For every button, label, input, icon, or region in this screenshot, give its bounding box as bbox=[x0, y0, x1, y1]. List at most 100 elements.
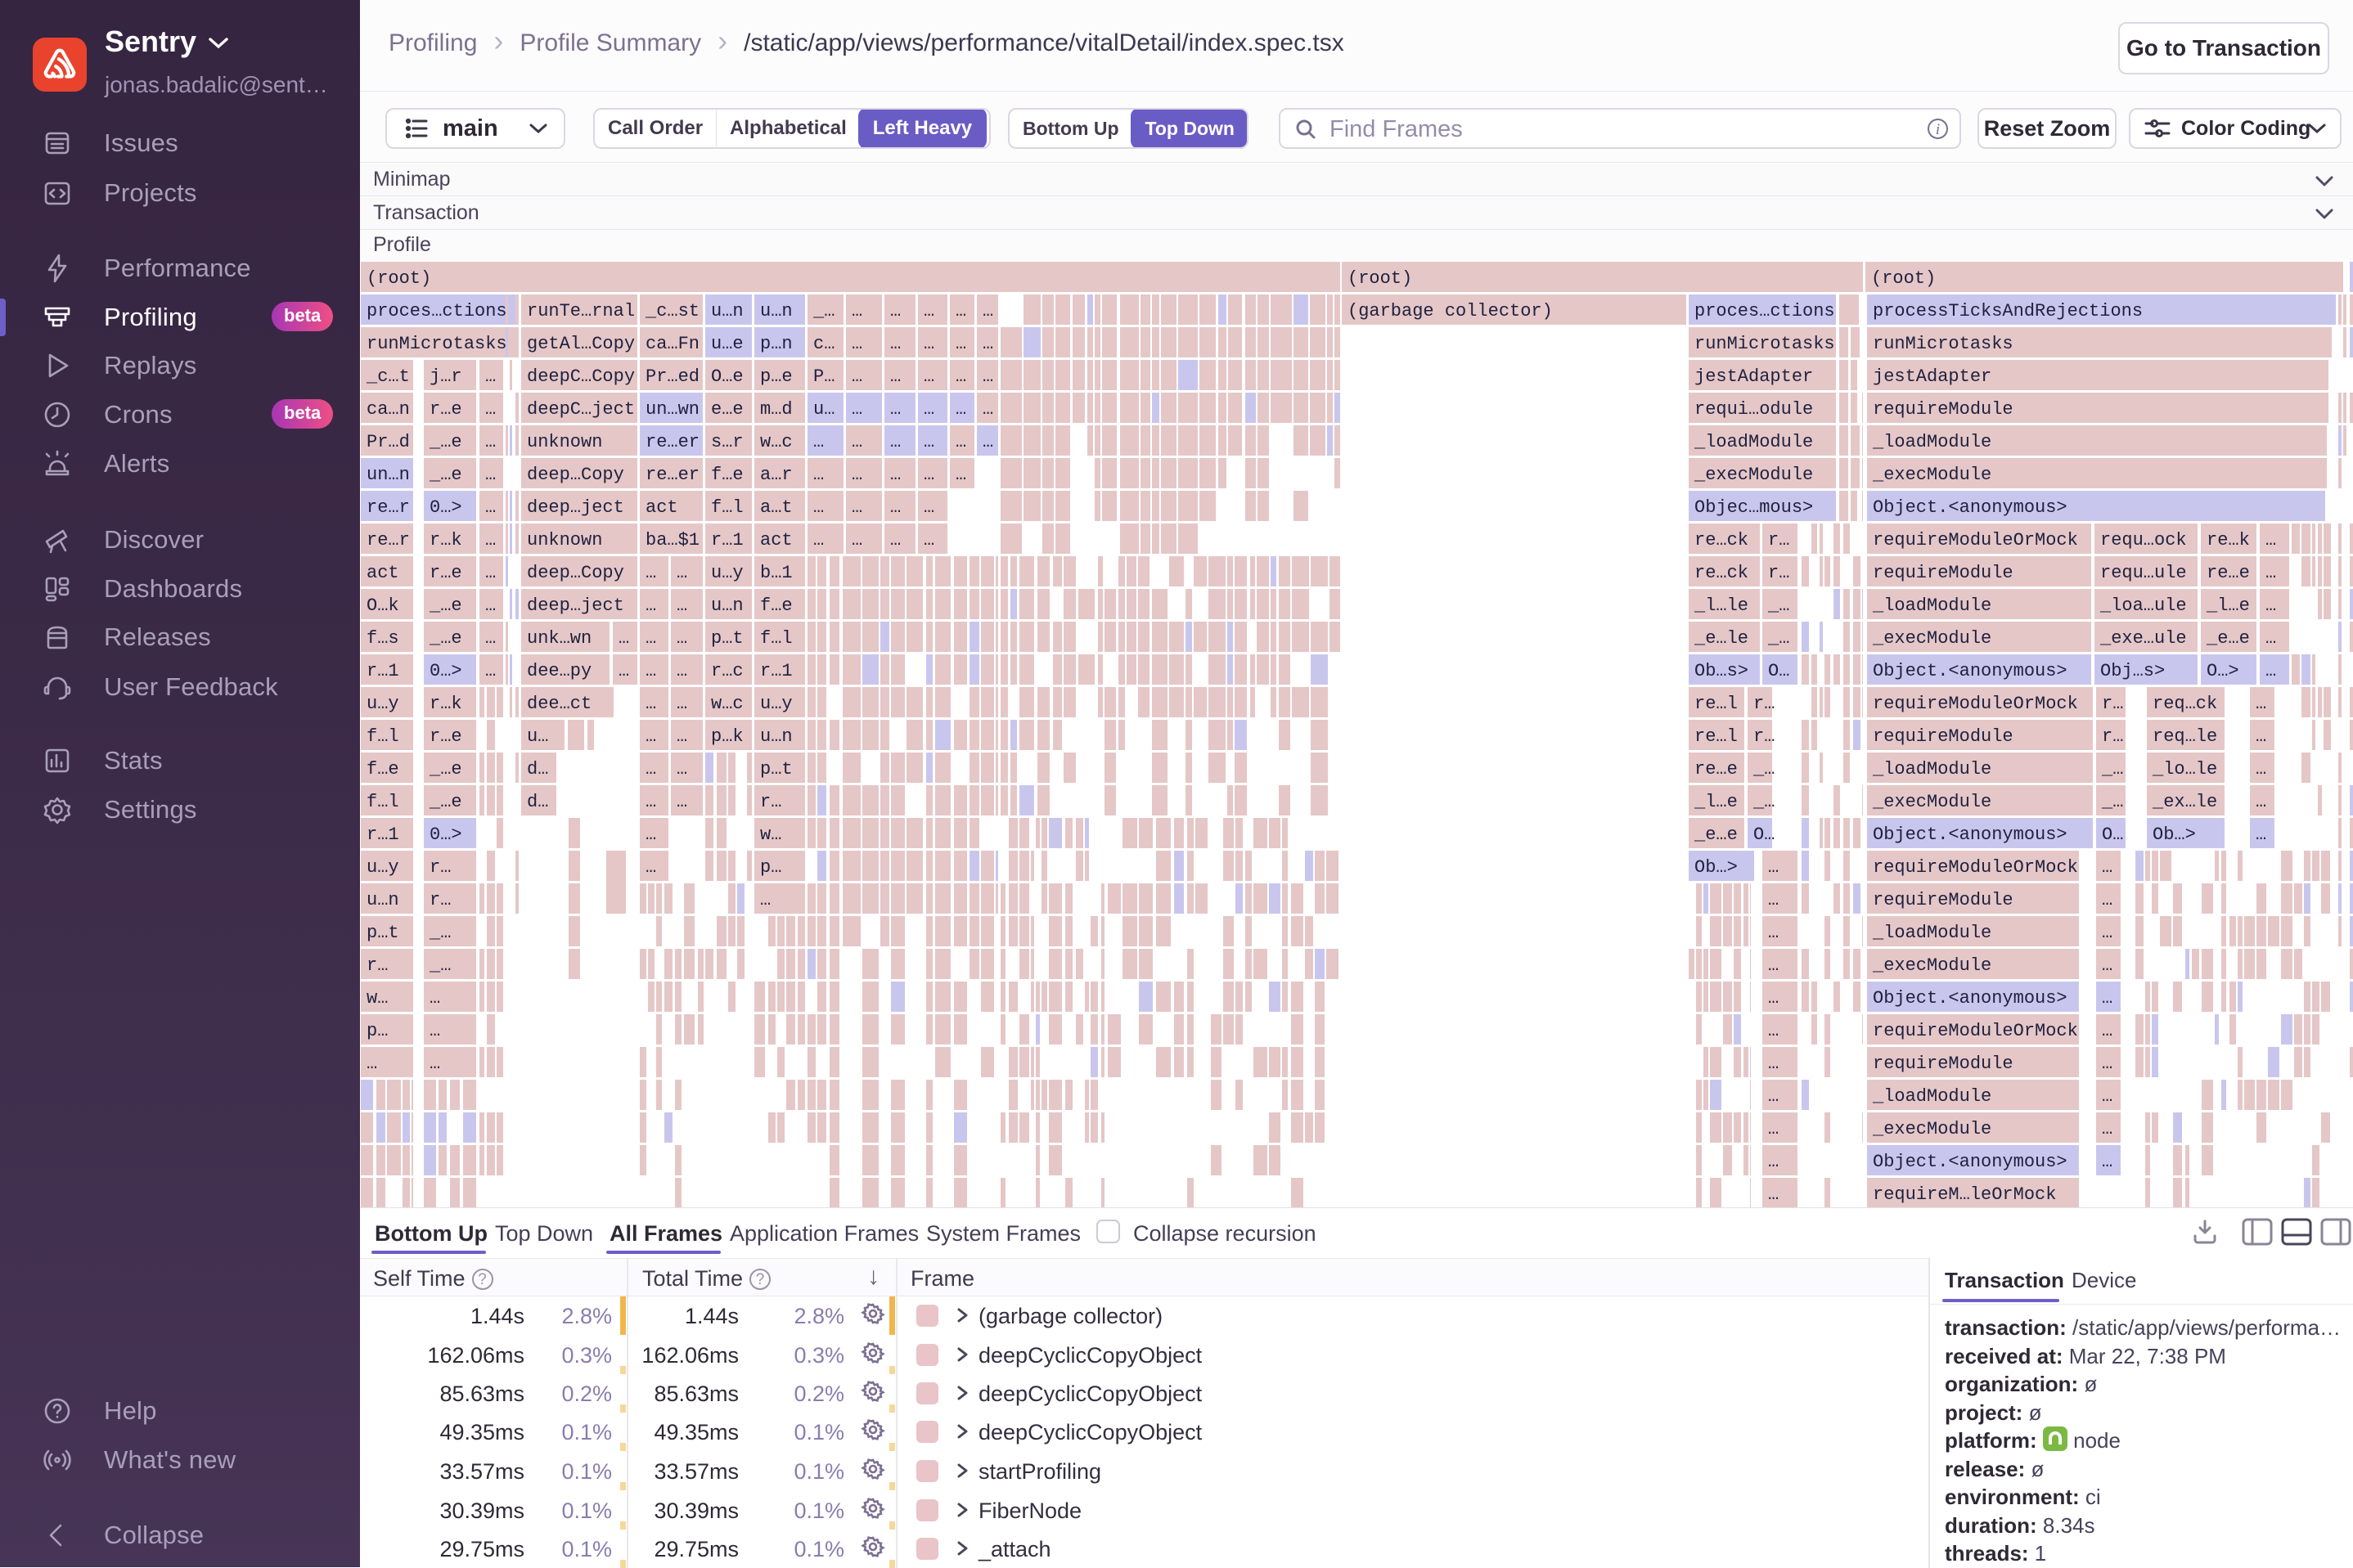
svg-text:r…e: r…e bbox=[430, 726, 462, 747]
svg-text:…: … bbox=[890, 301, 901, 321]
svg-text:…: … bbox=[852, 530, 862, 550]
svg-text:…: … bbox=[2102, 857, 2112, 878]
svg-text:runMicrotasks: runMicrotasks bbox=[1694, 334, 1835, 354]
svg-text:…: … bbox=[890, 530, 901, 550]
svg-text:…: … bbox=[485, 399, 496, 420]
svg-text:requireModuleOrMock: requireModuleOrMock bbox=[1873, 694, 2078, 714]
svg-text:…: … bbox=[890, 334, 901, 354]
svg-text:…: … bbox=[646, 595, 656, 616]
svg-text:ca…n: ca…n bbox=[367, 399, 410, 420]
svg-text:…: … bbox=[1768, 1054, 1779, 1074]
svg-text:p…k: p…k bbox=[711, 726, 744, 747]
svg-text:0…>: 0…> bbox=[430, 497, 462, 518]
svg-text:…: … bbox=[956, 399, 966, 420]
svg-text:r…: r… bbox=[430, 857, 451, 878]
svg-text:…: … bbox=[430, 1054, 440, 1074]
svg-text:…: … bbox=[2102, 923, 2112, 943]
svg-text:e…e: e…e bbox=[711, 399, 744, 420]
svg-text:…: … bbox=[1768, 1021, 1779, 1041]
svg-text:_loadModule: _loadModule bbox=[1872, 923, 1991, 943]
svg-text:(garbage collector): (garbage collector) bbox=[1347, 301, 1553, 321]
svg-text:w…c: w…c bbox=[760, 432, 793, 452]
svg-text:…: … bbox=[890, 432, 901, 452]
svg-text:_…e: _…e bbox=[429, 465, 462, 485]
svg-text:dee…ct: dee…ct bbox=[527, 694, 592, 714]
svg-text:_ex…le: _ex…le bbox=[2152, 792, 2217, 812]
svg-text:Pr…ed: Pr…ed bbox=[646, 366, 700, 387]
svg-text:u…y: u…y bbox=[760, 694, 793, 714]
svg-text:act: act bbox=[646, 497, 678, 518]
svg-text:_…: _… bbox=[812, 301, 835, 321]
svg-text:_…: _… bbox=[429, 955, 451, 976]
svg-text:…: … bbox=[677, 694, 687, 714]
svg-text:r…: r… bbox=[1768, 563, 1789, 583]
svg-text:u…y: u…y bbox=[367, 694, 399, 714]
svg-text:u…n: u…n bbox=[711, 595, 744, 616]
svg-text:requi…odule: requi…odule bbox=[1694, 399, 1813, 420]
svg-text:…: … bbox=[2256, 726, 2266, 747]
svg-text:…: … bbox=[2102, 890, 2112, 910]
svg-text:_…e: _…e bbox=[429, 595, 462, 616]
svg-text:runTe…rnal: runTe…rnal bbox=[527, 301, 635, 321]
svg-text:_execModule: _execModule bbox=[1872, 628, 1991, 649]
svg-text:Object.<anonymous>: Object.<anonymous> bbox=[1873, 1152, 2067, 1172]
svg-text:…: … bbox=[924, 465, 934, 485]
svg-text:w…c: w…c bbox=[711, 694, 744, 714]
svg-text:…: … bbox=[646, 694, 656, 714]
svg-text:…: … bbox=[485, 563, 496, 583]
svg-text:p…: p… bbox=[367, 1021, 388, 1041]
svg-text:f…l: f…l bbox=[711, 497, 744, 518]
svg-text:…: … bbox=[890, 399, 901, 420]
svg-text:runMicrotasks: runMicrotasks bbox=[367, 334, 507, 354]
svg-text:r…: r… bbox=[1768, 530, 1789, 550]
svg-text:…: … bbox=[924, 497, 934, 518]
svg-text:r…c: r…c bbox=[711, 661, 744, 681]
svg-text:deep…Copy: deep…Copy bbox=[527, 465, 624, 485]
svg-text:…: … bbox=[646, 824, 656, 845]
svg-text:requ…ock: requ…ock bbox=[2100, 530, 2187, 550]
svg-text:…: … bbox=[430, 988, 440, 1009]
svg-text:r…: r… bbox=[1753, 726, 1775, 747]
svg-text:requireModule: requireModule bbox=[1873, 399, 2013, 420]
svg-text:_e…le: _e…le bbox=[1694, 628, 1748, 649]
svg-text:r…1: r…1 bbox=[367, 661, 399, 681]
svg-text:p…n: p…n bbox=[760, 334, 793, 354]
svg-text:…: … bbox=[813, 530, 824, 550]
svg-text:…: … bbox=[2256, 792, 2266, 812]
svg-text:…: … bbox=[983, 366, 993, 387]
svg-text:f…l: f…l bbox=[367, 792, 399, 812]
svg-text:…: … bbox=[1768, 923, 1779, 943]
svg-text:…: … bbox=[983, 301, 993, 321]
svg-text:…: … bbox=[924, 366, 934, 387]
svg-text:(root): (root) bbox=[1347, 268, 1412, 289]
svg-text:r…: r… bbox=[1753, 694, 1775, 714]
svg-text:_…: _… bbox=[1767, 628, 1789, 649]
svg-text:…: … bbox=[430, 1021, 440, 1041]
svg-text:u…e: u…e bbox=[711, 334, 744, 354]
svg-text:u…n: u…n bbox=[760, 726, 793, 747]
svg-text:…: … bbox=[677, 595, 687, 616]
svg-text:f…l: f…l bbox=[760, 628, 793, 649]
svg-text:_lo…le: _lo…le bbox=[2152, 759, 2217, 780]
svg-text:_…e: _…e bbox=[429, 628, 462, 649]
svg-text:_e…e: _e…e bbox=[1694, 824, 1738, 845]
svg-text:(root): (root) bbox=[1871, 268, 1936, 289]
svg-text:O…>: O…> bbox=[2207, 661, 2239, 681]
svg-text:…: … bbox=[1768, 955, 1779, 976]
svg-text:…: … bbox=[852, 301, 862, 321]
svg-text:re…l: re…l bbox=[1694, 726, 1738, 747]
svg-text:deep…ject: deep…ject bbox=[527, 497, 624, 518]
svg-text:…: … bbox=[367, 1054, 377, 1074]
svg-text:_execModule: _execModule bbox=[1872, 1119, 1991, 1139]
svg-text:ba…$1: ba…$1 bbox=[646, 530, 700, 550]
svg-text:…: … bbox=[677, 759, 687, 780]
svg-text:…: … bbox=[852, 465, 862, 485]
svg-text:…: … bbox=[646, 628, 656, 649]
svg-text:u…n: u…n bbox=[711, 301, 744, 321]
svg-text:u…: u… bbox=[527, 726, 548, 747]
svg-text:un…wn: un…wn bbox=[646, 399, 700, 420]
svg-text:O…: O… bbox=[1768, 661, 1789, 681]
svg-text:…: … bbox=[1768, 1184, 1779, 1205]
svg-text:_l…e: _l…e bbox=[2206, 595, 2250, 616]
svg-text:unknown: unknown bbox=[527, 530, 602, 550]
